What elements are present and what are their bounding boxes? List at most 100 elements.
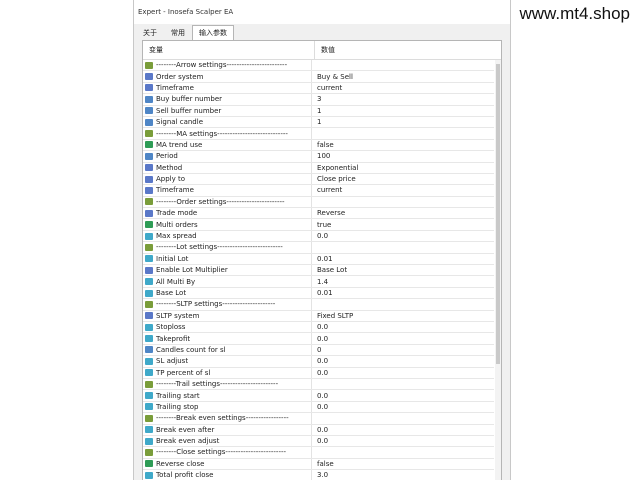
double-type-icon — [145, 232, 153, 240]
table-row[interactable]: SLTP system Fixed SLTP — [143, 310, 494, 322]
param-value[interactable]: false — [312, 460, 494, 468]
table-row[interactable]: --------Arrow settings------------------… — [143, 60, 494, 72]
param-value[interactable]: 0.01 — [312, 289, 494, 297]
table-row[interactable]: Multi orders true — [143, 219, 494, 231]
table-row[interactable]: Trade mode Reverse — [143, 208, 494, 220]
table-row[interactable]: Order system Buy & Sell — [143, 71, 494, 83]
param-value[interactable]: 1 — [312, 118, 494, 126]
table-row[interactable]: Signal candle 1 — [143, 116, 494, 129]
param-value[interactable]: false — [312, 141, 494, 149]
double-type-icon — [145, 357, 153, 365]
tab-common[interactable]: 常用 — [164, 25, 192, 40]
string-type-icon — [145, 198, 153, 206]
param-name: Method — [156, 163, 183, 172]
table-row[interactable]: --------Close settings------------------… — [143, 447, 494, 459]
table-row[interactable]: Max spread 0.0 — [143, 230, 494, 243]
param-name: --------Order settings------------------… — [156, 197, 285, 206]
table-row[interactable]: Break even adjust 0.0 — [143, 435, 494, 448]
param-value[interactable]: 0.0 — [312, 323, 494, 331]
table-row[interactable]: Period 100 — [143, 151, 494, 163]
table-row[interactable]: Candles count for sl 0 — [143, 344, 494, 357]
param-name-cell: Signal candle — [143, 116, 312, 128]
param-value[interactable]: 0.0 — [312, 392, 494, 400]
table-row[interactable]: Timeframe current — [143, 185, 494, 197]
param-value[interactable]: Fixed SLTP — [312, 312, 494, 320]
table-row[interactable]: Initial Lot 0.01 — [143, 253, 494, 266]
table-row[interactable]: Sell buffer number 1 — [143, 105, 494, 117]
table-row[interactable]: Stoploss 0.0 — [143, 321, 494, 334]
table-row[interactable]: Base Lot 0.01 — [143, 287, 494, 300]
table-row[interactable]: Buy buffer number 3 — [143, 94, 494, 106]
param-name-cell: SL adjust — [143, 356, 312, 367]
table-row[interactable]: --------Lot settings--------------------… — [143, 242, 494, 254]
param-value[interactable]: 1.4 — [312, 278, 494, 286]
param-value[interactable]: Exponential — [312, 164, 494, 172]
tab-inputs[interactable]: 输入参数 — [192, 25, 234, 40]
param-value[interactable]: Base Lot — [312, 266, 494, 274]
expert-window: Expert - Inosefa Scalper EA 关于 常用 输入参数 变… — [133, 0, 511, 480]
table-row[interactable]: SL adjust 0.0 — [143, 356, 494, 368]
double-type-icon — [145, 426, 153, 434]
scrollbar-thumb[interactable] — [496, 64, 500, 364]
table-row[interactable]: --------Trail settings------------------… — [143, 378, 494, 391]
table-row[interactable]: Enable Lot Multiplier Base Lot — [143, 265, 494, 277]
table-row[interactable]: All Multi By 1.4 — [143, 276, 494, 288]
table-row[interactable]: Trailing stop 0.0 — [143, 401, 494, 414]
table-row[interactable]: Total profit close 3.0 — [143, 470, 494, 480]
param-name: --------MA settings---------------------… — [156, 129, 288, 138]
param-value[interactable]: 0.0 — [312, 335, 494, 343]
integer-type-icon — [145, 95, 153, 103]
param-name-cell: Apply to — [143, 173, 312, 185]
double-type-icon — [145, 335, 153, 343]
param-value[interactable]: Close price — [312, 175, 494, 183]
param-value[interactable]: 0.0 — [312, 357, 494, 365]
param-value[interactable]: 0.01 — [312, 255, 494, 263]
param-value[interactable]: 0.0 — [312, 403, 494, 411]
param-name-cell: Method — [143, 162, 312, 173]
header-value[interactable]: 数值 — [315, 45, 501, 55]
param-value[interactable]: 0.0 — [312, 437, 494, 445]
param-value[interactable]: Buy & Sell — [312, 73, 494, 81]
table-row[interactable]: --------Order settings------------------… — [143, 196, 494, 209]
param-value[interactable]: Reverse — [312, 209, 494, 217]
integer-type-icon — [145, 118, 153, 126]
double-type-icon — [145, 369, 153, 377]
table-row[interactable]: --------MA settings---------------------… — [143, 128, 494, 140]
table-row[interactable]: MA trend use false — [143, 139, 494, 152]
param-name: All Multi By — [156, 277, 196, 286]
header-variable[interactable]: 变量 — [143, 41, 315, 59]
param-value[interactable]: 0.0 — [312, 369, 494, 377]
table-row[interactable]: --------Break even settings-------------… — [143, 413, 494, 425]
table-row[interactable]: Reverse close false — [143, 458, 494, 471]
table-row[interactable]: Method Exponential — [143, 162, 494, 174]
param-value[interactable]: 0 — [312, 346, 494, 354]
double-type-icon — [145, 437, 153, 445]
param-value[interactable]: 3 — [312, 95, 494, 103]
table-row[interactable]: Trailing start 0.0 — [143, 390, 494, 402]
table-row[interactable]: Timeframe current — [143, 82, 494, 95]
tab-about[interactable]: 关于 — [136, 25, 164, 40]
table-row[interactable]: Takeprofit 0.0 — [143, 333, 494, 345]
param-value[interactable]: true — [312, 221, 494, 229]
param-name: --------Lot settings--------------------… — [156, 243, 283, 252]
param-name: Initial Lot — [156, 254, 189, 263]
param-name-cell: Timeframe — [143, 185, 312, 196]
param-value[interactable]: 1 — [312, 107, 494, 115]
vertical-scrollbar[interactable] — [495, 60, 501, 480]
param-value[interactable]: current — [312, 84, 494, 92]
param-value[interactable]: 100 — [312, 152, 494, 160]
param-name: Break even adjust — [156, 437, 220, 446]
param-value[interactable]: 0.0 — [312, 232, 494, 240]
param-value[interactable]: 0.0 — [312, 426, 494, 434]
enum-type-icon — [145, 266, 153, 274]
table-row[interactable]: Break even after 0.0 — [143, 424, 494, 436]
bool-type-icon — [145, 221, 153, 229]
param-value[interactable]: current — [312, 186, 494, 194]
inputs-panel: 变量 数值 --------Arrow settings------------… — [142, 40, 502, 480]
table-row[interactable]: TP percent of sl 0.0 — [143, 367, 494, 379]
param-value[interactable]: 3.0 — [312, 471, 494, 479]
table-row[interactable]: Apply to Close price — [143, 173, 494, 186]
table-row[interactable]: --------SLTP settings-------------------… — [143, 299, 494, 311]
integer-type-icon — [145, 346, 153, 354]
param-name-cell: Initial Lot — [143, 253, 312, 265]
